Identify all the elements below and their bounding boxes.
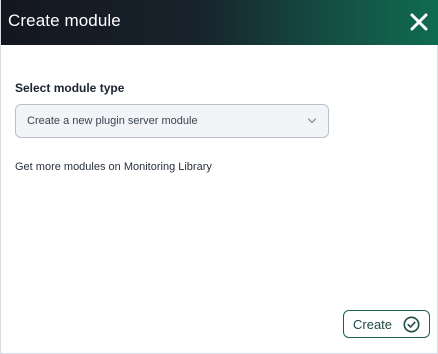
monitoring-library-link[interactable]: Get more modules on Monitoring Library [15, 161, 212, 173]
module-type-select-value: Create a new plugin server module [27, 115, 198, 127]
close-icon [410, 13, 428, 31]
close-button[interactable] [407, 10, 431, 34]
create-button[interactable]: Create [343, 310, 430, 338]
module-type-label: Select module type [15, 81, 125, 95]
dialog-title: Create module [8, 11, 121, 30]
dialog-titlebar: Create module [1, 0, 438, 45]
module-type-select[interactable]: Create a new plugin server module [15, 104, 329, 138]
check-circle-icon [403, 316, 420, 333]
create-button-label: Create [353, 317, 393, 332]
chevron-down-icon [307, 117, 317, 125]
create-module-dialog: Create module Select module type Create … [0, 0, 438, 354]
